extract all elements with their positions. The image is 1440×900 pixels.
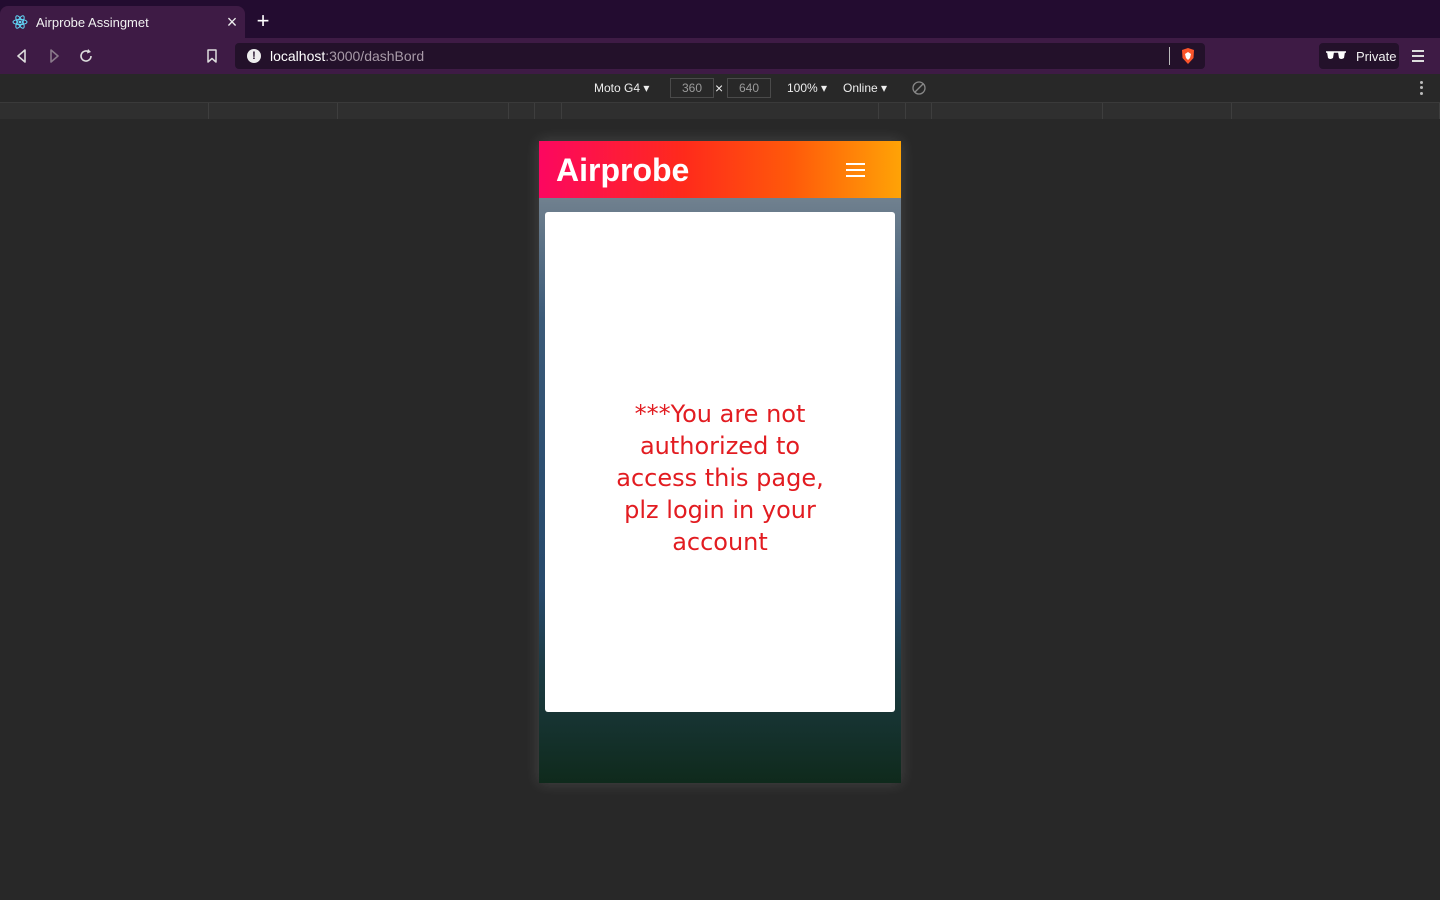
active-tab[interactable]: Airprobe Assingmet ×	[0, 6, 245, 38]
back-button[interactable]	[12, 46, 32, 66]
dimension-times-icon: ×	[715, 80, 724, 96]
device-viewport: Airprobe ***You are not authorized to ac…	[539, 141, 901, 783]
reload-button[interactable]	[76, 46, 96, 66]
network-select[interactable]: Online ▾	[843, 81, 887, 95]
device-select[interactable]: Moto G4 ▾	[594, 81, 649, 95]
bookmark-icon	[207, 49, 217, 63]
ruler-segment[interactable]	[0, 103, 209, 119]
ruler-segment[interactable]	[1103, 103, 1232, 119]
tab-strip: Airprobe Assingmet × +	[0, 0, 1440, 38]
bookmark-button[interactable]	[202, 46, 222, 66]
width-input[interactable]: 360	[670, 78, 714, 98]
media-query-ruler	[0, 103, 1440, 119]
ruler-segment[interactable]	[509, 103, 535, 119]
menu-icon[interactable]	[1408, 46, 1428, 66]
brave-shields-icon[interactable]	[1179, 47, 1197, 65]
url-host: localhost	[270, 48, 326, 64]
new-tab-button[interactable]: +	[252, 8, 274, 34]
site-info-icon[interactable]: !	[247, 49, 261, 63]
ruler-segment[interactable]	[906, 103, 932, 119]
address-bar[interactable]: ! localhost:3000/dashBord	[235, 43, 1205, 69]
brand-logo[interactable]: Airprobe	[556, 152, 689, 189]
react-atom-icon	[12, 14, 28, 30]
private-window-badge[interactable]: Private	[1319, 43, 1399, 69]
rotate-icon[interactable]	[911, 80, 927, 96]
zoom-value: 100%	[787, 81, 818, 95]
reload-icon	[80, 49, 92, 62]
ruler-segment[interactable]	[879, 103, 906, 119]
ruler-segment[interactable]	[535, 103, 562, 119]
ruler-segment[interactable]	[338, 103, 509, 119]
ruler-segment[interactable]	[562, 103, 879, 119]
message-card: ***You are not authorized to access this…	[545, 212, 895, 712]
network-value: Online	[843, 81, 878, 95]
height-input[interactable]: 640	[727, 78, 771, 98]
close-tab-icon[interactable]: ×	[219, 12, 245, 33]
ruler-segment[interactable]	[1232, 103, 1440, 119]
hamburger-menu-icon[interactable]	[846, 163, 865, 177]
browser-toolbar: ! localhost:3000/dashBord Private	[0, 38, 1440, 74]
app-header: Airprobe	[539, 141, 901, 198]
zoom-select[interactable]: 100% ▾	[787, 81, 827, 95]
ruler-segment[interactable]	[932, 103, 1103, 119]
ruler-segment[interactable]	[209, 103, 338, 119]
more-options-icon[interactable]	[1418, 80, 1424, 96]
private-label: Private	[1356, 48, 1397, 64]
device-toolbar: Moto G4 ▾ 360 × 640 100% ▾ Online ▾	[0, 74, 1440, 103]
device-name: Moto G4	[594, 81, 641, 95]
tab-title: Airprobe Assingmet	[36, 14, 149, 30]
forward-arrow-icon	[50, 49, 59, 63]
forward-button[interactable]	[44, 46, 64, 66]
back-arrow-icon	[17, 49, 26, 63]
sunglasses-icon	[1325, 50, 1347, 62]
url-path: :3000/dashBord	[325, 48, 425, 64]
unauthorized-message: ***You are not authorized to access this…	[616, 400, 824, 556]
url-divider	[1169, 47, 1170, 65]
